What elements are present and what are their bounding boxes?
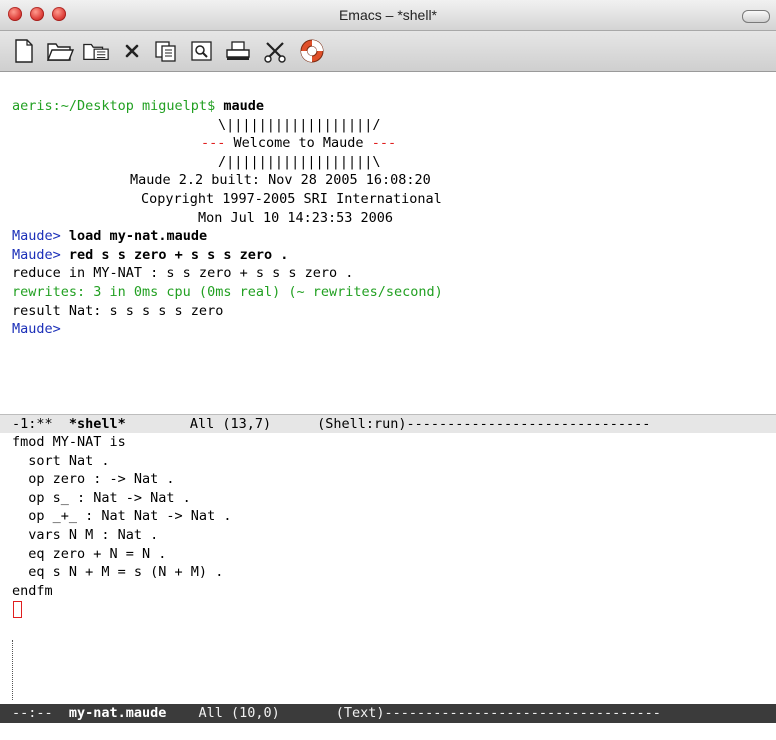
load-command-line: Maude> load my-nat.maude [12, 228, 208, 245]
file-buffer-name: my-nat.maude [68, 705, 167, 721]
search-icon[interactable] [188, 38, 216, 64]
toolbar [0, 31, 776, 72]
shell-mode-line[interactable]: -1:** *shell* All (13,7) (Shell:run)------… [0, 414, 776, 435]
text-cursor [13, 600, 22, 618]
reduce-output-line: reduce in MY-NAT : s s zero + s s s zero… [12, 265, 354, 282]
file-position: All (10,0) [198, 705, 280, 721]
banner-welcome: --- Welcome to Maude --- [201, 135, 397, 152]
open-directory-icon[interactable] [82, 38, 110, 64]
shell-host-prompt: aeris:~/Desktop miguelpt$ [12, 98, 224, 114]
source-line: endfm [12, 582, 53, 599]
file-mode-line[interactable]: --:-- my-nat.maude All (10,0) (Text)------… [0, 704, 776, 723]
window-title: Emacs – *shell* [338, 7, 438, 23]
shell-command: maude [223, 98, 264, 114]
minibuffer[interactable] [0, 723, 776, 740]
cursor-line [0, 600, 776, 619]
title-bar[interactable]: Emacs – *shell* [0, 0, 776, 31]
source-line: sort Nat . [12, 452, 110, 469]
shell-buffer-name: *shell* [68, 416, 126, 432]
source-line: eq zero + N = N . [12, 545, 167, 562]
toolbar-toggle-button[interactable] [742, 10, 770, 23]
result-output-line: result Nat: s s s s s zero [12, 302, 224, 319]
shell-prompt-line: aeris:~/Desktop miguelpt$ maude [0, 97, 776, 116]
maude-prompt: Maude> [12, 246, 61, 263]
close-icon[interactable] [118, 38, 146, 64]
banner-copyright: Copyright 1997-2005 SRI International [141, 190, 442, 207]
fringe-indicator [12, 640, 13, 700]
tools-icon[interactable] [262, 38, 290, 64]
source-line: eq s N + M = s (N + M) . [12, 564, 224, 581]
banner-date: Mon Jul 10 14:23:53 2006 [198, 209, 394, 226]
source-line: op _+_ : Nat Nat -> Nat . [12, 508, 232, 525]
source-line: op zero : -> Nat . [12, 471, 175, 488]
banner-top: \||||||||||||||||||/ [218, 116, 381, 133]
source-line: fmod MY-NAT is [12, 434, 126, 450]
file-mode: (Text)---------------------------------- [335, 705, 661, 721]
file-buffer[interactable]: fmod MY-NAT is sort Nat . op zero : -> N… [0, 433, 776, 703]
shell-position: All (13,7) [189, 416, 272, 432]
print-icon[interactable] [224, 38, 252, 64]
copy-icon[interactable] [152, 38, 180, 64]
shell-mode: (Shell:run)-----------------------------… [317, 416, 651, 432]
open-folder-icon[interactable] [46, 38, 74, 64]
banner-bottom: /||||||||||||||||||\ [218, 153, 381, 170]
reduce-command-line: Maude> red s s zero + s s s zero . [12, 246, 289, 263]
new-file-icon[interactable] [10, 38, 38, 64]
source-line: vars N M : Nat . [12, 526, 159, 543]
maude-prompt-final: Maude> [12, 321, 61, 338]
shell-buffer[interactable]: aeris:~/Desktop miguelpt$ maude \|||||||… [0, 97, 776, 412]
lifebuoy-icon[interactable] [298, 38, 326, 64]
source-line: op s_ : Nat -> Nat . [12, 489, 191, 506]
emacs-window: Emacs – *shell* aeris:~/Desktop miguelpt… [0, 0, 776, 740]
maude-prompt: Maude> [12, 228, 61, 245]
banner-built: Maude 2.2 built: Nov 28 2005 16:08:20 [130, 172, 431, 189]
rewrites-output-line: rewrites: 3 in 0ms cpu (0ms real) (~ rew… [12, 283, 443, 300]
